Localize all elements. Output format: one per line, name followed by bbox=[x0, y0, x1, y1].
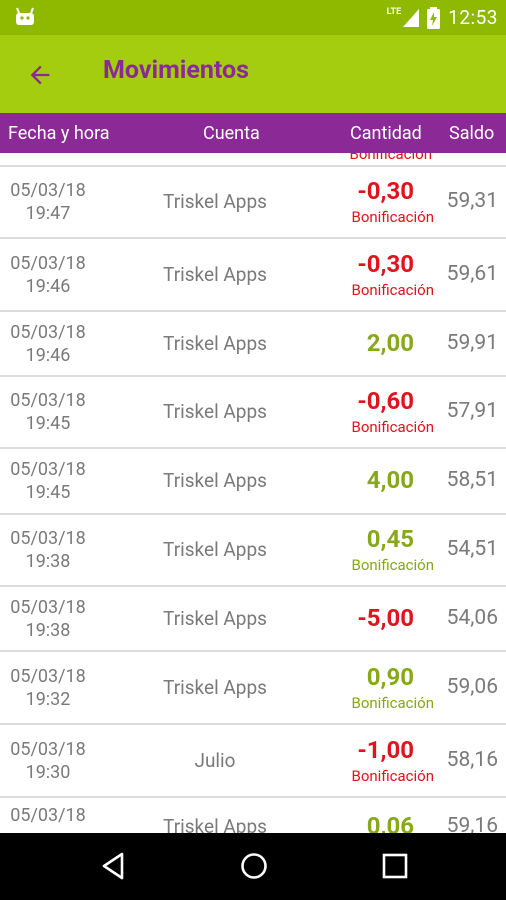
battery-charging-icon bbox=[427, 6, 441, 29]
row-time: 19:38 bbox=[25, 619, 71, 641]
row-date: 05/03/18 bbox=[10, 459, 86, 480]
row-date: 05/03/18 bbox=[10, 665, 86, 687]
row-time: 19:30 bbox=[25, 761, 71, 783]
row-account: Triskel Apps bbox=[163, 400, 267, 423]
back-nav-icon[interactable] bbox=[100, 852, 126, 880]
row-amount: -0,30 bbox=[357, 249, 414, 278]
row-time: 19:46 bbox=[25, 275, 71, 297]
row-balance: 58,16 bbox=[446, 747, 498, 772]
row-account: Triskel Apps bbox=[163, 815, 267, 833]
table-header: Fecha y hora Cuenta Cantidad Saldo bbox=[0, 113, 506, 153]
column-header-balance[interactable]: Saldo bbox=[449, 123, 494, 144]
row-amount: 0,45 bbox=[366, 525, 414, 553]
row-account: Julio bbox=[194, 748, 236, 772]
home-nav-icon[interactable] bbox=[240, 852, 268, 880]
row-account: Triskel Apps bbox=[163, 190, 267, 213]
row-account: Triskel Apps bbox=[163, 262, 267, 286]
recents-nav-icon[interactable] bbox=[382, 852, 408, 880]
row-account: Triskel Apps bbox=[163, 469, 267, 492]
table-row[interactable]: 05/03/18 19:45 Triskel Apps -0,60 Bonificaci… bbox=[0, 377, 506, 449]
table-row[interactable]: 05/03/18 19:46 Triskel Apps -0,30 Bonificaci… bbox=[0, 239, 506, 312]
navigation-bar bbox=[0, 833, 506, 900]
row-date: 05/03/18 bbox=[10, 805, 86, 826]
row-balance: 59,31 bbox=[446, 189, 498, 213]
row-datetime: 05/03/18 19:46 bbox=[8, 321, 88, 367]
app-bar: Movimientos bbox=[0, 35, 506, 113]
row-account: Triskel Apps bbox=[163, 675, 267, 699]
table-row[interactable]: 05/03/18 19:38 Triskel Apps 0,45 Bonificació… bbox=[0, 515, 506, 587]
row-datetime: 05/03/18 19:45 bbox=[8, 458, 88, 504]
row-balance: 54,51 bbox=[446, 537, 498, 561]
column-header-account[interactable]: Cuenta bbox=[203, 123, 260, 144]
column-header-date[interactable]: Fecha y hora bbox=[8, 123, 110, 144]
partial-row-note: Bonificación bbox=[349, 153, 433, 163]
status-bar: LTE 12:53 bbox=[0, 0, 506, 35]
row-note: Bonificación bbox=[351, 556, 435, 574]
row-date: 05/03/18 bbox=[10, 528, 86, 549]
column-header-amount[interactable]: Cantidad bbox=[350, 123, 422, 144]
back-arrow-icon[interactable] bbox=[26, 61, 54, 89]
row-amount: 4,00 bbox=[366, 466, 414, 494]
movements-list[interactable]: Bonificación 05/03/18 19:47 Triskel Apps -0… bbox=[0, 153, 506, 833]
row-datetime: 05/03/18 19:38 bbox=[8, 527, 88, 573]
row-account: Triskel Apps bbox=[163, 331, 267, 355]
row-datetime: 05/03/18 19:32 bbox=[8, 665, 88, 711]
row-date: 05/03/18 bbox=[10, 321, 86, 343]
row-time: 19:46 bbox=[25, 344, 71, 366]
row-time: 19:47 bbox=[25, 203, 71, 224]
row-amount: -5,00 bbox=[357, 603, 414, 632]
row-time: 19:32 bbox=[25, 688, 71, 710]
row-balance: 59,06 bbox=[446, 674, 498, 699]
row-amount: 2,00 bbox=[366, 328, 414, 357]
row-amount: -0,60 bbox=[357, 387, 414, 415]
table-row[interactable]: 05/03/18 19:47 Triskel Apps -0,30 Bonificaci… bbox=[0, 167, 506, 239]
row-time: 19:45 bbox=[25, 413, 71, 434]
row-note: Bonificación bbox=[351, 208, 435, 226]
row-amount: 0,90 bbox=[366, 662, 414, 691]
row-date: 05/03/18 bbox=[10, 252, 86, 274]
table-row[interactable]: 05/03/18 19:38 Triskel Apps -5,00 54,06 bbox=[0, 587, 506, 652]
row-date: 05/03/18 bbox=[10, 180, 86, 201]
table-row[interactable]: 05/03/18 19:32 Triskel Apps 0,90 Bonificació… bbox=[0, 652, 506, 725]
status-time: 12:53 bbox=[448, 6, 498, 29]
signal-icon bbox=[403, 8, 420, 27]
row-datetime: 05/03/18 bbox=[8, 804, 88, 827]
row-balance: 54,06 bbox=[446, 605, 498, 630]
row-note: Bonificación bbox=[351, 418, 435, 436]
row-balance: 57,91 bbox=[446, 399, 498, 423]
row-time: 19:45 bbox=[25, 482, 71, 503]
page-title: Movimientos bbox=[103, 56, 249, 85]
row-date: 05/03/18 bbox=[10, 596, 86, 618]
row-account: Triskel Apps bbox=[163, 538, 267, 561]
row-datetime: 05/03/18 19:45 bbox=[8, 389, 88, 435]
row-datetime: 05/03/18 19:47 bbox=[8, 179, 88, 225]
row-amount: -0,30 bbox=[357, 177, 414, 205]
table-row[interactable]: 05/03/18 Triskel Apps 0,06 59,16 bbox=[0, 798, 506, 833]
row-datetime: 05/03/18 19:46 bbox=[8, 252, 88, 298]
row-time: 19:38 bbox=[25, 551, 71, 572]
row-amount: -1,00 bbox=[357, 735, 414, 764]
row-balance: 58,51 bbox=[446, 468, 498, 492]
network-type: LTE bbox=[386, 6, 402, 17]
row-note: Bonificación bbox=[351, 693, 435, 712]
row-date: 05/03/18 bbox=[10, 390, 86, 411]
table-row[interactable]: 05/03/18 19:30 Julio -1,00 Bonificación 58,16 bbox=[0, 725, 506, 798]
android-notification-icon bbox=[16, 7, 34, 25]
row-balance: 59,61 bbox=[446, 261, 498, 286]
row-balance: 59,16 bbox=[446, 814, 498, 833]
table-row[interactable]: 05/03/18 19:46 Triskel Apps 2,00 59,91 bbox=[0, 312, 506, 377]
row-date: 05/03/18 bbox=[10, 738, 86, 760]
row-amount: 0,06 bbox=[366, 812, 414, 833]
row-account: Triskel Apps bbox=[163, 606, 267, 630]
row-datetime: 05/03/18 19:38 bbox=[8, 596, 88, 642]
row-note: Bonificación bbox=[351, 280, 435, 299]
row-datetime: 05/03/18 19:30 bbox=[8, 738, 88, 784]
row-note: Bonificación bbox=[351, 766, 435, 785]
table-row[interactable]: 05/03/18 19:45 Triskel Apps 4,00 58,51 bbox=[0, 449, 506, 515]
row-balance: 59,91 bbox=[446, 330, 498, 355]
